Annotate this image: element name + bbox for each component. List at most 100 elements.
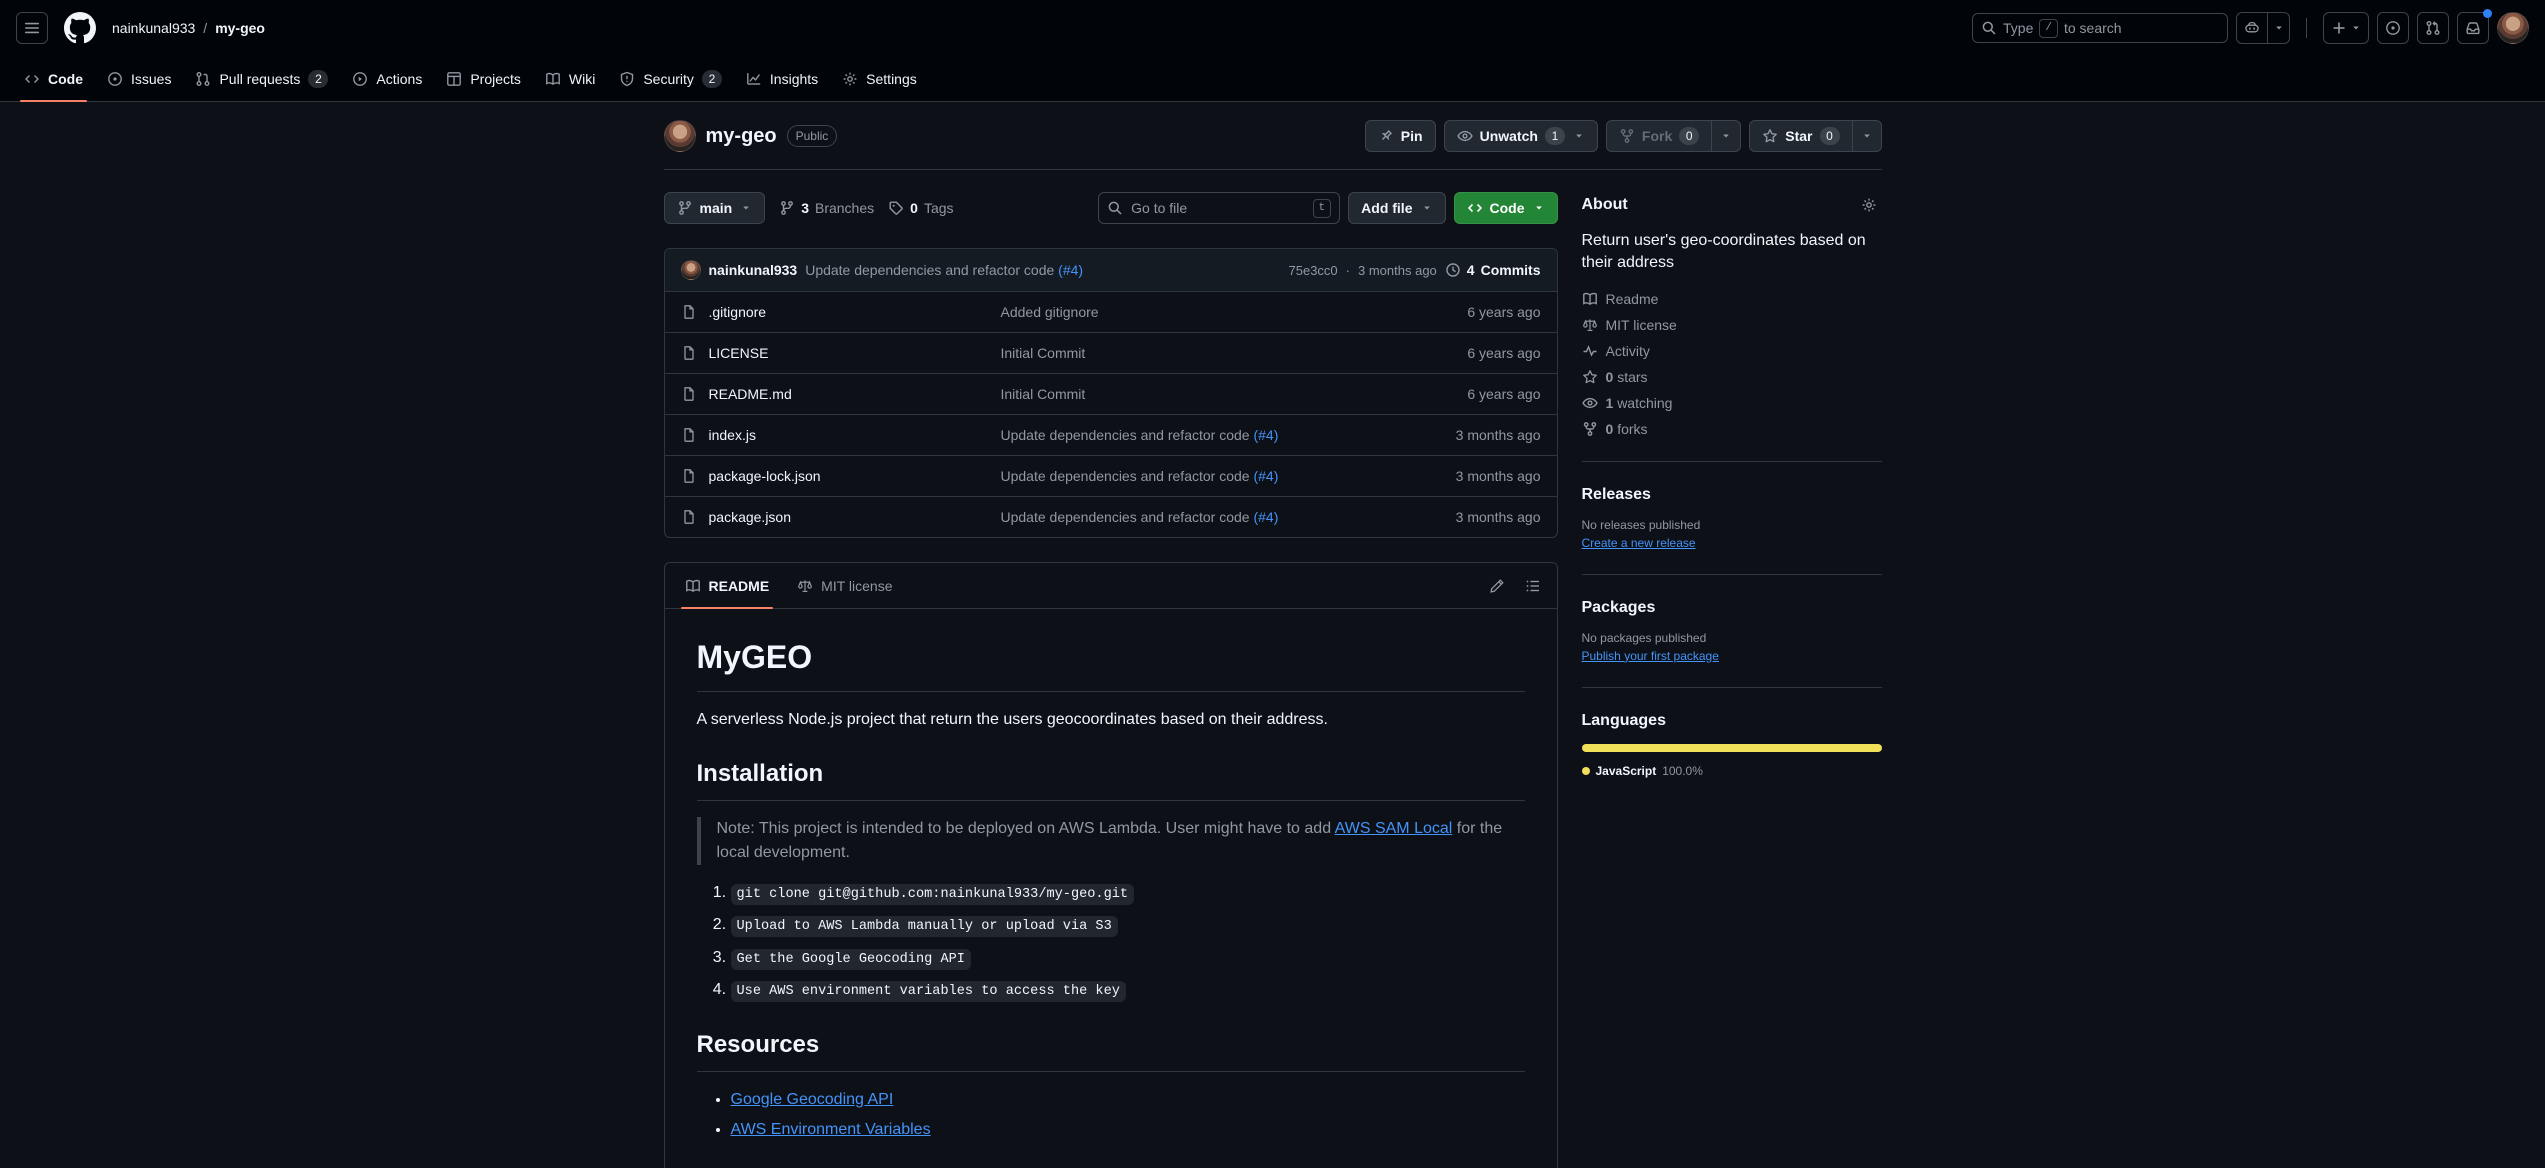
search-placeholder-pre: Type <box>2003 20 2033 36</box>
search-icon <box>1107 200 1123 216</box>
commit-pr-link[interactable]: (#4) <box>1058 262 1083 278</box>
copilot-icon <box>2244 20 2260 36</box>
file-pr-link[interactable]: (#4) <box>1253 509 1278 525</box>
eye-icon <box>1457 128 1473 144</box>
star-dropdown-button[interactable] <box>1853 120 1882 152</box>
go-to-file-input[interactable]: Go to file t <box>1098 192 1340 224</box>
commit-history-link[interactable]: 4 Commits <box>1445 262 1541 278</box>
breadcrumb-separator: / <box>203 20 207 36</box>
tab-insights[interactable]: Insights <box>738 56 826 101</box>
file-link[interactable]: .gitignore <box>709 304 767 320</box>
unwatch-button[interactable]: Unwatch 1 <box>1444 120 1598 152</box>
unwatch-count: 1 <box>1545 127 1565 145</box>
global-nav-menu-button[interactable] <box>16 12 48 44</box>
publish-package-link[interactable]: Publish your first package <box>1582 649 1719 663</box>
copilot-button[interactable] <box>2236 12 2268 44</box>
tab-wiki[interactable]: Wiki <box>537 56 603 101</box>
about-section: About Return user's geo-coordinates base… <box>1582 192 1882 462</box>
repo-nav: Code Issues Pull requests 2 Actions Proj… <box>0 56 2545 102</box>
table-icon <box>446 71 462 87</box>
shield-icon <box>619 71 635 87</box>
file-commit-link[interactable]: Initial Commit <box>1001 345 1086 361</box>
google-geocoding-api-link[interactable]: Google Geocoding API <box>731 1091 894 1108</box>
tab-issues[interactable]: Issues <box>99 56 179 101</box>
file-link[interactable]: package-lock.json <box>709 468 821 484</box>
create-release-link[interactable]: Create a new release <box>1582 536 1696 550</box>
breadcrumb-repo[interactable]: my-geo <box>215 20 265 36</box>
commit-message-link[interactable]: Update dependencies and refactor code <box>805 262 1058 278</box>
tags-link[interactable]: 0 Tags <box>888 200 953 216</box>
tab-readme[interactable]: README <box>673 563 782 608</box>
star-button[interactable]: Star 0 <box>1749 120 1852 152</box>
create-new-button[interactable] <box>2323 12 2369 44</box>
star-label: Star <box>1785 128 1812 144</box>
watching-meta-link[interactable]: 1 watching <box>1582 395 1882 411</box>
language-item[interactable]: JavaScript 100.0% <box>1582 764 1882 778</box>
tab-pull-requests[interactable]: Pull requests 2 <box>187 56 336 101</box>
hamburger-icon <box>24 20 40 36</box>
tab-actions[interactable]: Actions <box>344 56 430 101</box>
user-avatar[interactable] <box>2497 12 2529 44</box>
star-button-group: Star 0 <box>1749 120 1881 152</box>
breadcrumb-owner[interactable]: nainkunal933 <box>112 20 195 36</box>
commit-author[interactable]: nainkunal933 <box>709 262 798 278</box>
pin-button[interactable]: Pin <box>1365 120 1436 152</box>
code-button[interactable]: Code <box>1454 192 1558 224</box>
code-icon <box>1467 200 1483 216</box>
tags-count: 0 <box>910 200 918 216</box>
file-link[interactable]: package.json <box>709 509 792 525</box>
search-placeholder-post: to search <box>2064 20 2122 36</box>
aws-sam-local-link[interactable]: AWS SAM Local <box>1335 820 1453 837</box>
add-file-button[interactable]: Add file <box>1348 192 1445 224</box>
edit-readme-button[interactable] <box>1481 570 1513 602</box>
tab-code[interactable]: Code <box>16 56 91 101</box>
file-table: nainkunal933 Update dependencies and ref… <box>664 248 1558 538</box>
issues-header-button[interactable] <box>2377 12 2409 44</box>
toolbar-right: Go to file t Add file Code <box>1098 192 1557 224</box>
file-link[interactable]: README.md <box>709 386 792 402</box>
tag-icon <box>888 200 904 216</box>
activity-meta-link[interactable]: Activity <box>1582 343 1882 359</box>
tab-security[interactable]: Security 2 <box>611 56 730 101</box>
edit-about-button[interactable] <box>1856 192 1882 218</box>
file-link[interactable]: index.js <box>709 427 756 443</box>
copilot-dropdown-button[interactable] <box>2268 12 2290 44</box>
pull-requests-header-button[interactable] <box>2417 12 2449 44</box>
tab-projects[interactable]: Projects <box>438 56 529 101</box>
file-commit-link[interactable]: Initial Commit <box>1001 386 1086 402</box>
branches-link[interactable]: 3 Branches <box>779 200 874 216</box>
forks-meta-link[interactable]: 0 forks <box>1582 421 1882 437</box>
readme-meta-link[interactable]: Readme <box>1582 291 1882 307</box>
branch-select-button[interactable]: main <box>664 192 766 224</box>
file-commit-link[interactable]: Update dependencies and refactor code <box>1001 509 1254 525</box>
book-icon <box>1582 291 1598 307</box>
language-name: JavaScript <box>1596 764 1657 778</box>
file-link[interactable]: LICENSE <box>709 345 769 361</box>
owner-avatar[interactable] <box>664 120 696 152</box>
file-commit-link[interactable]: Added gitignore <box>1001 304 1099 320</box>
readme-tab-bar: README MIT license <box>665 563 1557 609</box>
graph-icon <box>746 71 762 87</box>
branches-count: 3 <box>801 200 809 216</box>
outline-button[interactable] <box>1517 570 1549 602</box>
stars-meta-link[interactable]: 0 stars <box>1582 369 1882 385</box>
releases-section: Releases No releases published Create a … <box>1582 486 1882 575</box>
commit-sha[interactable]: 75e3cc0 <box>1289 263 1338 278</box>
fork-button[interactable]: Fork 0 <box>1606 120 1712 152</box>
file-pr-link[interactable]: (#4) <box>1253 468 1278 484</box>
star-icon <box>1582 369 1598 385</box>
file-commit-link[interactable]: Update dependencies and refactor code <box>1001 468 1254 484</box>
readme-content: MyGEO A serverless Node.js project that … <box>665 609 1557 1168</box>
license-meta-link[interactable]: MIT license <box>1582 317 1882 333</box>
github-logo[interactable] <box>64 12 96 44</box>
git-pull-request-icon <box>195 71 211 87</box>
fork-dropdown-button[interactable] <box>1712 120 1741 152</box>
tab-mit-license[interactable]: MIT license <box>785 563 904 608</box>
commit-author-avatar[interactable] <box>681 260 701 280</box>
tab-settings[interactable]: Settings <box>834 56 925 101</box>
aws-environment-variables-link[interactable]: AWS Environment Variables <box>731 1121 931 1138</box>
repo-header: my-geo Public Pin Unwatch 1 Fork 0 <box>664 102 1882 170</box>
search-input[interactable]: Type / to search <box>1972 13 2228 43</box>
file-pr-link[interactable]: (#4) <box>1253 427 1278 443</box>
file-commit-link[interactable]: Update dependencies and refactor code <box>1001 427 1254 443</box>
